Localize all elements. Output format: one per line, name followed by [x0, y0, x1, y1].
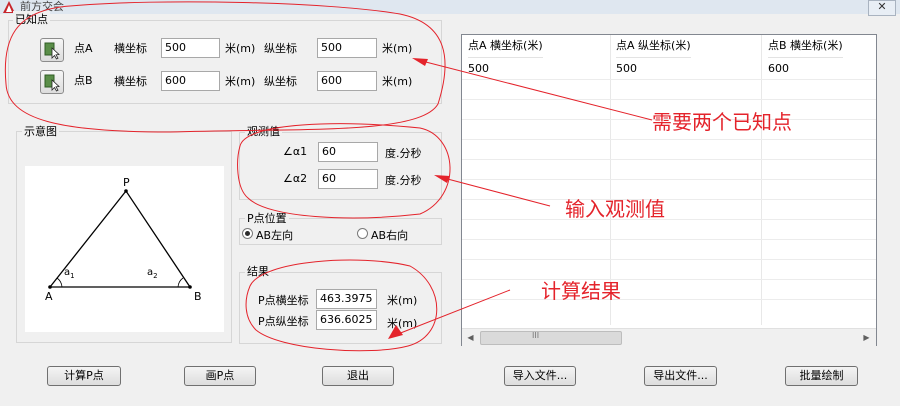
- scroll-grip: III: [532, 331, 540, 340]
- row-line: [462, 199, 876, 200]
- known-points-group: [8, 20, 442, 104]
- triangle-diagram: [48, 189, 192, 289]
- title-bar: [0, 0, 900, 14]
- ab-right-label[interactable]: AB右向: [371, 227, 408, 243]
- row-line: [462, 279, 876, 280]
- annotation-input-obs: 输入观测值: [565, 197, 665, 221]
- import-file-button[interactable]: 导入文件...: [504, 366, 576, 386]
- result-label: 结果: [245, 263, 271, 279]
- row-line: [462, 79, 876, 80]
- point-a-y-unit: 米(m): [382, 42, 413, 55]
- point-b-x-unit: 米(m): [225, 75, 256, 88]
- point-b-y-unit: 米(m): [382, 75, 413, 88]
- ab-left-radio[interactable]: [242, 228, 253, 239]
- table-header-col-2[interactable]: 点A 纵坐标(米): [616, 35, 691, 58]
- ab-left-label[interactable]: AB左向: [256, 227, 293, 243]
- diagram-b-label: B: [194, 290, 202, 303]
- diagram-p-label: P: [123, 176, 130, 189]
- result-y-label: P点纵坐标: [258, 315, 309, 328]
- scroll-thumb[interactable]: [480, 331, 622, 345]
- alpha1-unit: 度.分秒: [385, 147, 422, 160]
- table-header-col-3[interactable]: 点B 横坐标(米): [768, 35, 843, 58]
- point-a-x-label: 横坐标: [114, 42, 147, 55]
- table-cell[interactable]: 500: [616, 59, 637, 79]
- result-y-field[interactable]: 636.6025: [316, 310, 377, 330]
- angle-arc-a1: [56, 277, 63, 288]
- point-a-y-input[interactable]: 500: [317, 38, 377, 58]
- point-b-dot: [188, 285, 192, 289]
- point-b-label: 点B: [74, 74, 93, 87]
- row-line: [462, 159, 876, 160]
- point-b-y-input[interactable]: 600: [317, 71, 377, 91]
- ab-right-radio[interactable]: [357, 228, 368, 239]
- p-position-label: P点位置: [245, 210, 289, 226]
- result-x-label: P点横坐标: [258, 294, 309, 307]
- diagram-label: 示意图: [22, 123, 59, 139]
- result-x-unit: 米(m): [387, 294, 418, 307]
- row-line: [462, 139, 876, 140]
- data-table[interactable]: 点A 横坐标(米) 点A 纵坐标(米) 点B 横坐标(米) 500 500 60…: [461, 34, 877, 346]
- row-line: [462, 259, 876, 260]
- point-a-x-input[interactable]: 500: [161, 38, 220, 58]
- pick-point-a-button[interactable]: [40, 38, 64, 62]
- row-line: [462, 219, 876, 220]
- alpha1-label: ∠α1: [283, 145, 308, 158]
- point-a-y-label: 纵坐标: [264, 42, 297, 55]
- batch-draw-button[interactable]: 批量绘制: [785, 366, 858, 386]
- point-b-x-label: 横坐标: [114, 75, 147, 88]
- row-line: [462, 299, 876, 300]
- angle-arc-a2: [177, 277, 184, 288]
- row-line: [462, 179, 876, 180]
- alpha1-subscript: 1: [70, 272, 75, 280]
- horizontal-scrollbar[interactable]: ◀ III ▶: [462, 328, 876, 346]
- scroll-right-arrow[interactable]: ▶: [858, 329, 875, 346]
- point-a-label: 点A: [74, 42, 93, 55]
- draw-p-button[interactable]: 画P点: [184, 366, 256, 386]
- close-button[interactable]: ✕: [868, 0, 896, 16]
- calc-p-button[interactable]: 计算P点: [47, 366, 121, 386]
- result-x-field[interactable]: 463.3975: [316, 289, 377, 309]
- alpha2-input[interactable]: 60: [318, 169, 378, 189]
- annotation-need-points: 需要两个已知点: [652, 110, 792, 134]
- scroll-left-arrow[interactable]: ◀: [462, 329, 479, 346]
- table-header-col-1[interactable]: 点A 横坐标(米): [468, 35, 543, 58]
- row-line: [462, 99, 876, 100]
- point-b-x-input[interactable]: 600: [161, 71, 220, 91]
- export-file-button[interactable]: 导出文件...: [644, 366, 717, 386]
- side-bp: [125, 190, 191, 288]
- point-p-dot: [124, 189, 128, 193]
- alpha2-label: ∠α2: [283, 172, 308, 185]
- diagram-a-label: A: [45, 290, 53, 303]
- diagram-canvas: [25, 166, 224, 332]
- alpha2-subscript: 2: [153, 272, 158, 280]
- observe-label: 观测值: [245, 123, 282, 139]
- result-y-unit: 米(m): [387, 317, 418, 330]
- pick-cursor-icon: [44, 42, 60, 60]
- exit-button[interactable]: 退出: [322, 366, 394, 386]
- annotation-calc-result: 计算结果: [541, 279, 621, 303]
- diagram-a2-label: a2: [147, 267, 158, 280]
- known-points-label: 已知点: [13, 11, 50, 27]
- table-cell[interactable]: 600: [768, 59, 789, 79]
- row-line: [462, 239, 876, 240]
- side-ap: [49, 190, 127, 288]
- point-a-x-unit: 米(m): [225, 42, 256, 55]
- table-cell[interactable]: 500: [468, 59, 489, 79]
- point-a-dot: [48, 285, 52, 289]
- alpha2-unit: 度.分秒: [385, 174, 422, 187]
- point-b-y-label: 纵坐标: [264, 75, 297, 88]
- alpha1-input[interactable]: 60: [318, 142, 378, 162]
- diagram-a1-label: a1: [64, 267, 75, 280]
- pick-point-b-button[interactable]: [40, 70, 64, 94]
- pick-cursor-icon: [44, 74, 60, 92]
